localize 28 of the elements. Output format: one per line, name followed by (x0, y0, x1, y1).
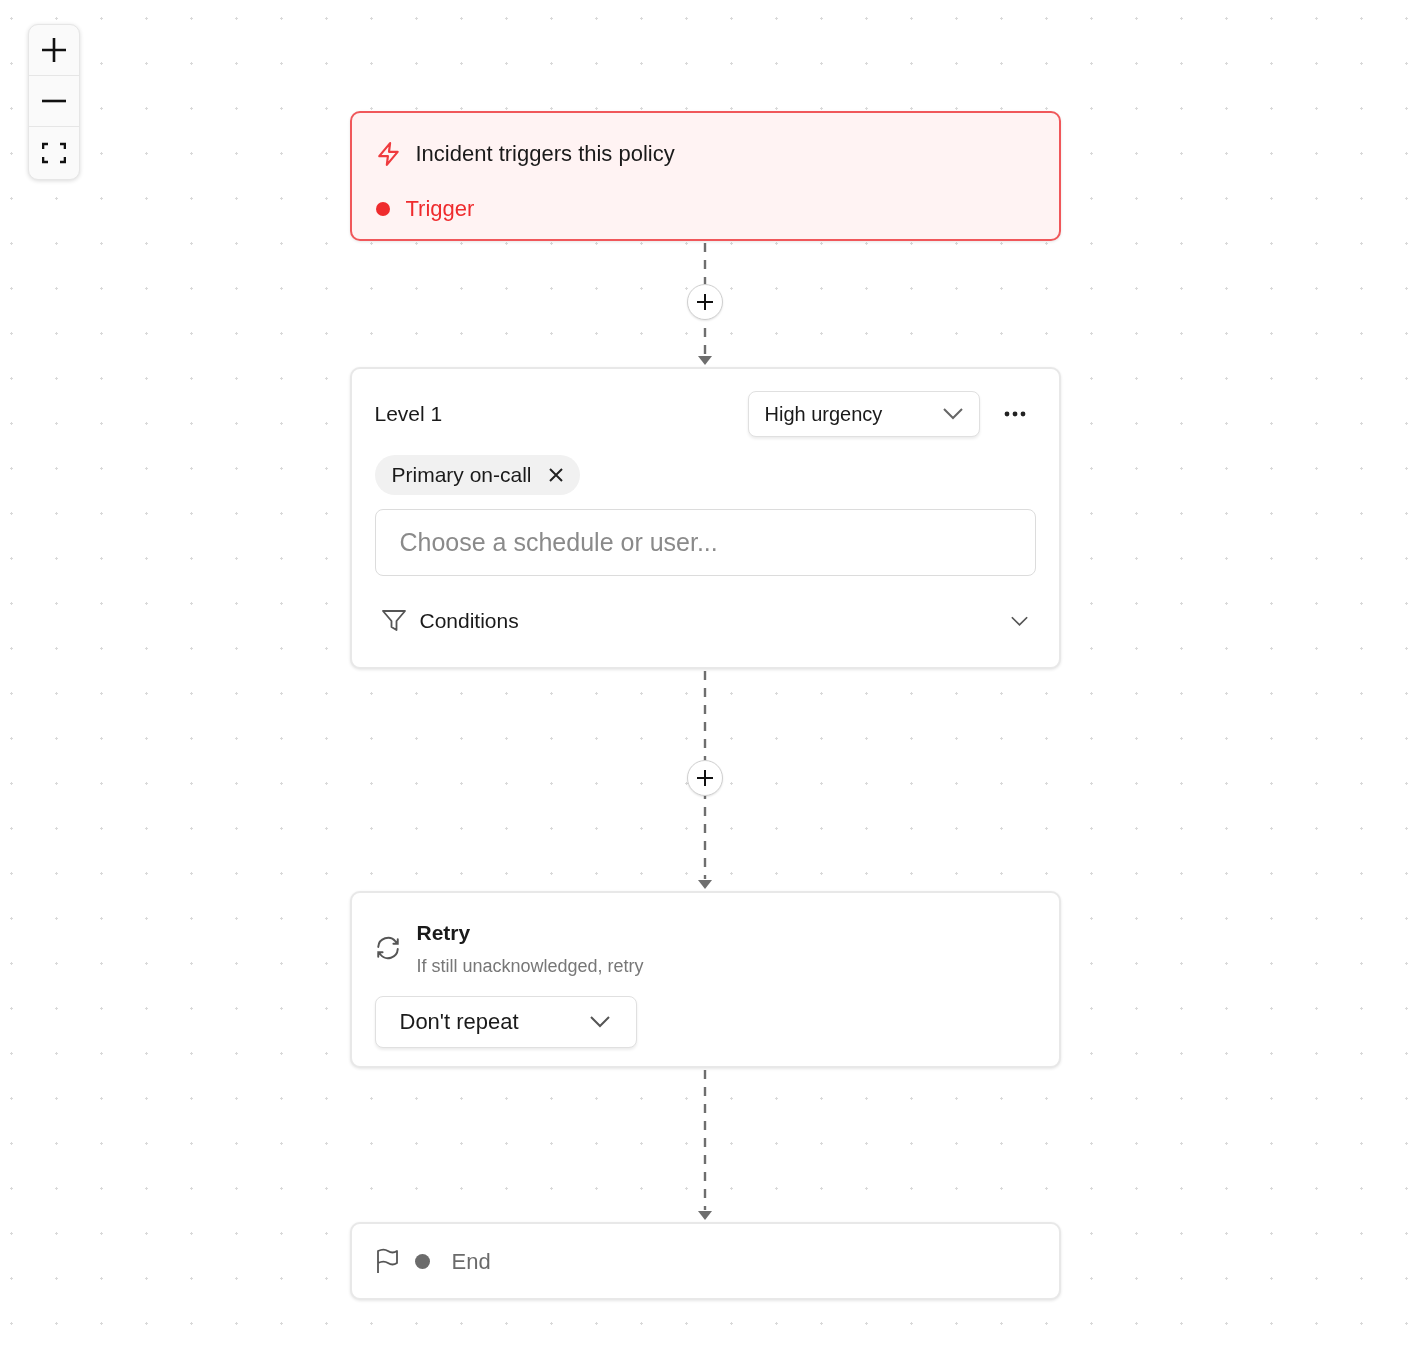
status-label: Trigger (405, 195, 475, 223)
repeat-select[interactable]: Don't repeat (374, 995, 637, 1048)
add-step-button[interactable] (687, 760, 723, 796)
chevron-down-icon (1010, 615, 1028, 627)
more-icon (1003, 411, 1026, 417)
schedule-input-field[interactable]: Choose a schedule or user... (374, 509, 1036, 576)
chevron-down-icon (942, 408, 963, 420)
plus-icon (697, 770, 713, 786)
plus-icon (41, 37, 67, 63)
add-step-button[interactable] (687, 284, 723, 320)
plus-icon (697, 294, 713, 310)
refresh-icon (374, 935, 401, 962)
chevron-down-icon (589, 1015, 610, 1028)
card-subtitle: If still unacknowledged, retry (416, 954, 644, 978)
lightning-icon (375, 140, 402, 167)
close-icon (547, 467, 564, 483)
minus-icon (41, 99, 67, 103)
card-title: Level 1 (374, 401, 443, 428)
conditions-toggle[interactable]: Conditions (374, 596, 1036, 646)
card-title: Retry (416, 920, 472, 946)
flag-icon (374, 1248, 399, 1274)
end-label: End (451, 1247, 491, 1276)
tag-label: Primary on-call (391, 462, 532, 489)
card-title: Incident triggers this policy (415, 140, 675, 168)
fit-view-icon (42, 142, 66, 164)
remove-tag-button[interactable] (547, 467, 564, 483)
filter-icon (381, 610, 406, 632)
urgency-select[interactable]: High urgency (747, 391, 980, 437)
